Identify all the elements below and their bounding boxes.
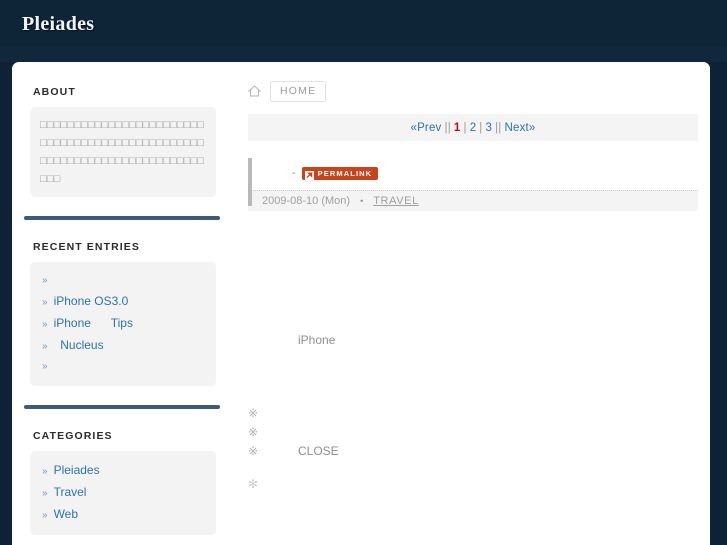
pagination-next[interactable]: Next»: [504, 122, 535, 134]
site-header-lower-band: [0, 47, 727, 62]
post-note-3: ※ CLOSE: [248, 442, 698, 461]
page-container: ABOUT □□□□□□□□□□□□□□□□□□□□□□□□□□□□□□□□□□…: [12, 62, 710, 545]
chevron-double-right-icon: »: [42, 297, 48, 308]
divider-bar: [24, 405, 220, 409]
breadcrumb: HOME: [247, 80, 698, 102]
permalink-button[interactable]: PERMALINK: [301, 166, 379, 180]
chevron-double-right-icon: »: [42, 488, 48, 499]
sidebar: ABOUT □□□□□□□□□□□□□□□□□□□□□□□□□□□□□□□□□□…: [12, 62, 234, 545]
reference-mark-icon: ※: [248, 444, 259, 458]
list-item[interactable]: »: [40, 271, 206, 291]
blog-post: - PERMALINK 2009-08-10 (Mon) • TRAVEL iP…: [248, 158, 698, 494]
list-item[interactable]: »: [40, 357, 206, 377]
post-note-1: ※: [248, 404, 698, 423]
panel-title-categories: CATEGORIES: [33, 430, 113, 442]
pagination-separator: ||: [444, 121, 451, 134]
post-footer-glyph: ✻: [248, 477, 259, 491]
categories-body: » Pleiades » Travel » Web: [30, 451, 216, 535]
post-note-text: CLOSE: [298, 444, 339, 458]
site-header: [0, 0, 727, 47]
post-title-row: - PERMALINK: [248, 163, 698, 183]
category-link-web[interactable]: Web: [54, 504, 78, 524]
meta-bullet-icon: •: [360, 196, 364, 206]
about-text: □□□□□□□□□□□□□□□□□□□□□□□□□□□□□□□□□□□□□□□□…: [40, 119, 205, 185]
post-note-2: ※: [248, 423, 698, 442]
recent-entries-list: » » iPhone OS3.0 » iPhone Tips » Nucleus: [40, 271, 206, 377]
list-item[interactable]: » Web: [40, 504, 206, 526]
reference-mark-icon: ※: [248, 406, 259, 420]
about-body: □□□□□□□□□□□□□□□□□□□□□□□□□□□□□□□□□□□□□□□□…: [30, 107, 216, 197]
sidebar-divider-2: [22, 396, 224, 418]
chevron-double-right-icon: »: [42, 466, 48, 477]
pagination-page-3[interactable]: 3: [485, 122, 492, 134]
category-link-pleiades[interactable]: Pleiades: [54, 460, 100, 480]
chevron-double-right-icon: »: [42, 319, 48, 330]
pagination-separator: |: [479, 121, 483, 134]
permalink-label: PERMALINK: [317, 168, 373, 178]
post-body: iPhone ※ ※ ※ CLOSE ✻: [248, 219, 698, 494]
reference-mark-icon: ※: [248, 425, 259, 439]
home-icon[interactable]: [247, 85, 262, 97]
recent-entry-link[interactable]: Nucleus: [54, 335, 103, 355]
sidebar-divider-1: [22, 207, 224, 229]
external-link-arrow-icon: [304, 169, 314, 180]
pagination-prev[interactable]: «Prev: [410, 122, 441, 134]
category-link-travel[interactable]: Travel: [54, 482, 87, 502]
pagination-page-1[interactable]: 1: [454, 122, 461, 134]
sidebar-panel-categories: CATEGORIES » Pleiades » Travel » Web: [22, 418, 224, 545]
divider-bar: [24, 216, 220, 220]
post-category-link[interactable]: TRAVEL: [373, 195, 419, 207]
panel-title-about: ABOUT: [33, 86, 76, 98]
post-title-text: -: [292, 167, 296, 179]
breadcrumb-item-home[interactable]: HOME: [270, 80, 327, 102]
list-item[interactable]: » Pleiades: [40, 460, 206, 482]
chevron-double-right-icon: »: [42, 275, 48, 286]
list-item[interactable]: » iPhone OS3.0: [40, 291, 206, 313]
list-item[interactable]: » Nucleus: [40, 335, 206, 357]
chevron-double-right-icon: »: [42, 361, 48, 372]
post-meta-row: 2009-08-10 (Mon) • TRAVEL: [248, 190, 698, 211]
chevron-double-right-icon: »: [42, 510, 48, 521]
pagination-separator: |: [463, 121, 467, 134]
chevron-double-right-icon: »: [42, 341, 48, 352]
categories-list: » Pleiades » Travel » Web: [40, 460, 206, 526]
panel-title-recent-entries: RECENT ENTRIES: [33, 241, 140, 253]
main-content: HOME «Prev || 1 | 2 | 3 || Next» - PERMA…: [234, 62, 710, 545]
recent-entry-link[interactable]: iPhone OS3.0: [54, 291, 129, 311]
site-title[interactable]: Pleiades: [22, 13, 94, 36]
recent-entries-body: » » iPhone OS3.0 » iPhone Tips » Nucleus: [30, 262, 216, 386]
pagination-separator: ||: [495, 121, 502, 134]
pagination: «Prev || 1 | 2 | 3 || Next»: [248, 114, 698, 141]
list-item[interactable]: » Travel: [40, 482, 206, 504]
sidebar-panel-recent-entries: RECENT ENTRIES » » iPhone OS3.0 » iPhone…: [22, 229, 224, 396]
post-body-line-1: iPhone: [298, 333, 336, 347]
post-date: 2009-08-10 (Mon): [262, 195, 351, 207]
sidebar-panel-about: ABOUT □□□□□□□□□□□□□□□□□□□□□□□□□□□□□□□□□□…: [22, 74, 224, 207]
pagination-page-2[interactable]: 2: [470, 122, 477, 134]
list-item[interactable]: » iPhone Tips: [40, 313, 206, 335]
recent-entry-link[interactable]: iPhone Tips: [54, 313, 133, 333]
